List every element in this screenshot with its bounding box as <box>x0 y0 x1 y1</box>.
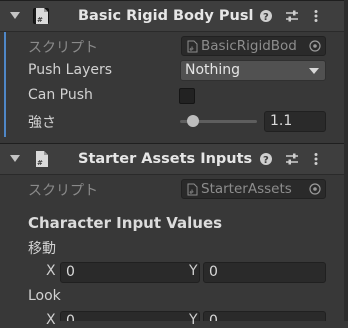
svg-text:#: # <box>37 16 43 24</box>
help-icon[interactable]: ? <box>259 9 273 23</box>
look-x-label: X <box>46 312 56 328</box>
foldout-arrow-icon[interactable] <box>10 155 20 162</box>
inspector-scrollbar[interactable] <box>344 0 348 321</box>
move-x-field[interactable]: 0 <box>60 262 200 283</box>
script-label: スクリプト <box>28 183 98 199</box>
strength-value-field[interactable]: 1.1 <box>264 111 326 132</box>
object-picker-icon[interactable] <box>309 40 321 52</box>
svg-text:?: ? <box>263 12 269 23</box>
component-title: Starter Assets Inputs <box>78 151 253 167</box>
push-layers-dropdown[interactable]: Nothing <box>180 60 326 81</box>
strength-label: 強さ <box>28 115 56 131</box>
look-x-field[interactable]: 0 <box>60 311 200 321</box>
object-picker-icon[interactable] <box>309 183 321 195</box>
move-y-label: Y <box>189 263 198 279</box>
script-object-field[interactable]: # StarterAssets <box>181 179 326 199</box>
csharp-script-icon: # <box>36 151 48 167</box>
strength-slider-thumb[interactable] <box>187 115 199 127</box>
selection-accent-bar <box>4 32 6 137</box>
svg-text:#: # <box>189 46 194 53</box>
csharp-script-icon: # <box>36 8 48 24</box>
csharp-file-icon: # <box>187 183 198 196</box>
move-x-label: X <box>46 263 56 279</box>
section-header-character-input-values: Character Input Values <box>28 214 223 232</box>
component-title: Basic Rigid Body Pusl <box>78 8 254 24</box>
look-y-label: Y <box>189 312 198 328</box>
script-label: スクリプト <box>28 40 98 56</box>
component-header-starter-assets-inputs[interactable]: # Starter Assets Inputs ? <box>0 143 344 175</box>
help-icon[interactable]: ? <box>259 152 273 166</box>
presets-icon[interactable] <box>285 152 299 166</box>
move-y-field[interactable]: 0 <box>203 262 326 283</box>
presets-icon[interactable] <box>285 9 299 23</box>
script-field-value: BasicRigidBod <box>201 38 297 54</box>
component-header-basic-rigid-body-push[interactable]: # Basic Rigid Body Pusl ? <box>0 0 344 32</box>
can-push-checkbox[interactable] <box>179 88 195 104</box>
svg-text:?: ? <box>263 155 269 166</box>
svg-text:#: # <box>189 189 194 196</box>
dropdown-arrow-icon <box>309 68 319 74</box>
csharp-file-icon: # <box>187 40 198 53</box>
foldout-arrow-icon[interactable] <box>10 12 20 19</box>
script-field-value: StarterAssets <box>201 181 292 197</box>
component-menu-icon[interactable] <box>309 9 323 23</box>
look-label: Look <box>28 288 61 304</box>
look-y-field[interactable]: 0 <box>203 311 326 321</box>
push-layers-value: Nothing <box>185 62 241 78</box>
component-menu-icon[interactable] <box>309 152 323 166</box>
push-layers-label: Push Layers <box>28 62 113 78</box>
can-push-label: Can Push <box>28 87 93 103</box>
move-label: 移動 <box>28 241 56 257</box>
svg-text:#: # <box>37 159 43 167</box>
script-object-field[interactable]: # BasicRigidBod <box>181 36 326 56</box>
